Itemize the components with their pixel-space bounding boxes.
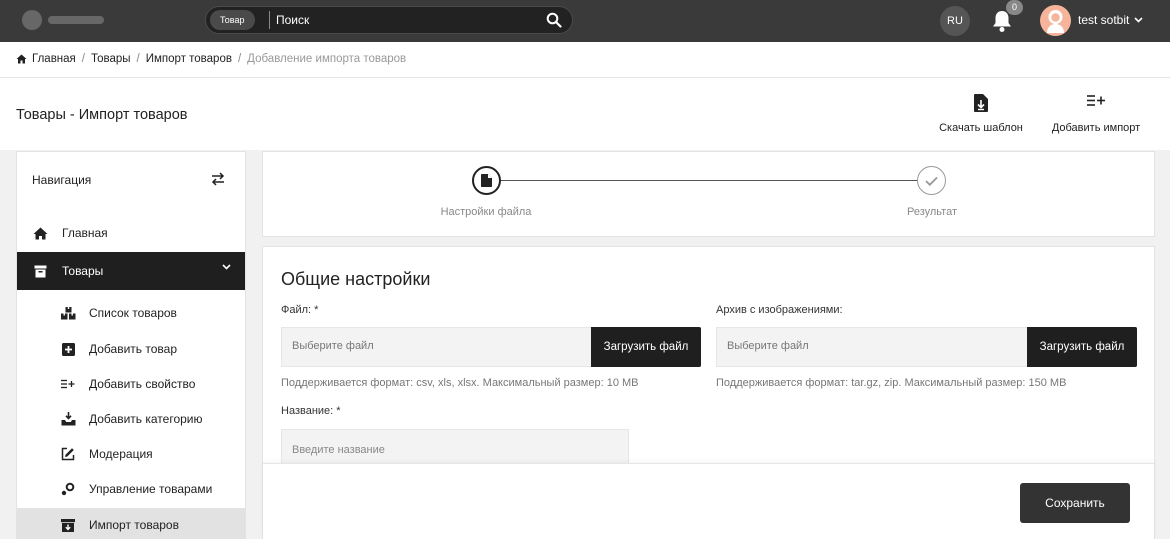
avatar[interactable] xyxy=(1040,5,1071,36)
download-template-button[interactable]: Скачать шаблон xyxy=(934,94,1028,134)
step-file-settings[interactable] xyxy=(472,166,501,195)
name-input[interactable] xyxy=(292,442,612,458)
edit-icon xyxy=(61,447,75,461)
sidebar-subitem-label: Добавить товар xyxy=(89,342,177,356)
breadcrumb-import[interactable]: Импорт товаров xyxy=(146,53,232,65)
chevron-down-icon xyxy=(1134,17,1143,23)
sidebar-header: Навигация xyxy=(17,152,245,208)
sidebar-subitem-label: Добавить категорию xyxy=(89,412,203,426)
archive-placeholder: Выберите файл xyxy=(727,340,809,352)
top-bar: Товар RU 0 test sotbit xyxy=(0,0,1170,42)
sidebar-subitem-label: Модерация xyxy=(89,447,153,461)
logo[interactable] xyxy=(22,9,112,31)
add-import-button[interactable]: Добавить импорт xyxy=(1046,94,1146,134)
file-label: Файл: * xyxy=(281,304,319,316)
box-icon xyxy=(34,265,46,277)
sidebar-subitem-add-property[interactable]: Добавить свойство xyxy=(17,367,245,401)
save-button[interactable]: Сохранить xyxy=(1020,483,1130,523)
sidebar-subitem-moderation[interactable]: Модерация xyxy=(17,437,245,471)
search-scope-button[interactable]: Товар xyxy=(210,10,255,30)
list-add-icon xyxy=(61,379,75,389)
avatar-person-icon xyxy=(1047,10,1064,33)
check-icon xyxy=(925,176,938,186)
sidebar-subitem-label: Импорт товаров xyxy=(89,518,179,532)
sidebar-title: Навигация xyxy=(32,173,92,187)
archive-label: Архив с изображениями: xyxy=(716,304,843,316)
sidebar-subitem-add-category[interactable]: Добавить категорию xyxy=(17,402,245,436)
sidebar-item-products[interactable]: Товары xyxy=(17,252,245,290)
form-footer: Сохранить xyxy=(263,463,1154,539)
sidebar-subitem-product-list[interactable]: Список товаров xyxy=(17,296,245,330)
search-icon[interactable] xyxy=(546,12,562,28)
logo-mark-icon xyxy=(22,10,42,30)
stepper-line xyxy=(501,180,931,181)
file-picker[interactable]: Выберите файл Загрузить файл xyxy=(281,327,701,367)
page-header: Товары - Импорт товаров Скачать шаблон Д… xyxy=(0,78,1170,150)
sidebar-subitem-label: Управление товарами xyxy=(89,482,213,496)
file-placeholder: Выберите файл xyxy=(292,340,374,352)
user-name: test sotbit xyxy=(1078,13,1130,27)
tray-download-icon xyxy=(61,412,75,426)
swap-icon[interactable] xyxy=(211,172,225,186)
breadcrumb-current: Добавление импорта товаров xyxy=(247,53,407,65)
section-title: Общие настройки xyxy=(281,269,431,289)
import-stepper: Настройки файла Результат xyxy=(262,151,1155,237)
boxes-icon xyxy=(60,306,75,319)
file-download-icon xyxy=(974,94,988,112)
search-divider xyxy=(269,11,270,29)
breadcrumb-products[interactable]: Товары xyxy=(91,53,131,65)
name-label: Название: * xyxy=(281,405,341,417)
search-input[interactable] xyxy=(276,11,536,29)
box-import-icon xyxy=(61,518,75,532)
breadcrumb-separator: / xyxy=(136,53,140,65)
sidebar: Навигация Главная Товары Список товаров … xyxy=(16,151,246,539)
sidebar-subitem-label: Список товаров xyxy=(89,306,177,320)
step-result-label: Результат xyxy=(906,206,958,218)
step-result[interactable] xyxy=(917,166,946,195)
import-form: Общие настройки Файл: * Выберите файл За… xyxy=(262,246,1155,539)
gears-icon xyxy=(61,482,75,496)
search-bar: Товар xyxy=(205,6,573,34)
breadcrumb-bar: Главная / Товары / Импорт товаров / Доба… xyxy=(0,42,1170,78)
file-format-hint: Поддерживается формат: csv, xls, xlsx. М… xyxy=(281,377,639,389)
home-icon xyxy=(16,54,27,64)
archive-format-hint: Поддерживается формат: tar.gz, zip. Макс… xyxy=(716,377,1067,389)
notification-badge: 0 xyxy=(1006,0,1023,15)
sidebar-subitem-add-product[interactable]: Добавить товар xyxy=(17,332,245,366)
breadcrumb-separator: / xyxy=(81,53,85,65)
breadcrumb-separator: / xyxy=(237,53,242,65)
breadcrumb: Главная / Товары / Импорт товаров / Доба… xyxy=(16,53,406,65)
plus-square-icon xyxy=(61,342,75,356)
sidebar-item-label: Товары xyxy=(62,264,104,278)
file-icon xyxy=(481,174,492,187)
home-icon xyxy=(33,227,47,239)
upload-archive-button[interactable]: Загрузить файл xyxy=(1027,327,1137,367)
list-add-icon xyxy=(1087,95,1105,106)
step-file-settings-label: Настройки файла xyxy=(440,206,532,218)
user-menu[interactable]: test sotbit xyxy=(1078,13,1143,27)
sidebar-item-label: Главная xyxy=(62,226,108,240)
breadcrumb-home[interactable]: Главная xyxy=(32,53,76,65)
download-template-label: Скачать шаблон xyxy=(939,122,1023,134)
archive-picker[interactable]: Выберите файл Загрузить файл xyxy=(716,327,1137,367)
sidebar-subitem-label: Добавить свойство xyxy=(89,377,196,391)
chevron-down-icon xyxy=(222,264,231,270)
sidebar-subitem-product-import[interactable]: Импорт товаров xyxy=(17,508,245,539)
upload-file-button[interactable]: Загрузить файл xyxy=(591,327,701,367)
add-import-label: Добавить импорт xyxy=(1051,122,1141,134)
sidebar-item-home[interactable]: Главная xyxy=(17,215,245,251)
sidebar-subitem-product-management[interactable]: Управление товарами xyxy=(17,472,245,506)
logo-text xyxy=(48,16,104,24)
page-title: Товары - Импорт товаров xyxy=(16,107,188,123)
language-switch[interactable]: RU xyxy=(940,6,970,36)
